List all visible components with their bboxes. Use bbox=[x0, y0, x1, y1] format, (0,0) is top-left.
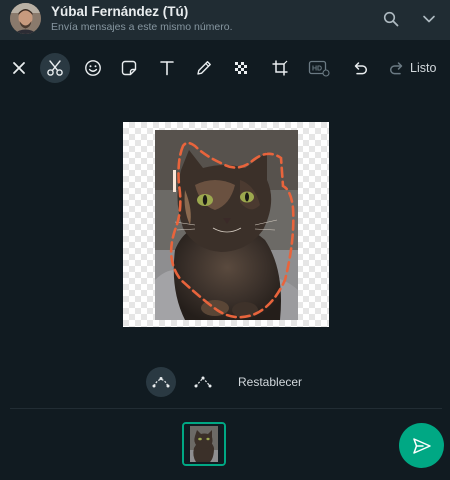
text-icon[interactable] bbox=[152, 53, 182, 83]
hd-icon[interactable]: HD bbox=[304, 53, 334, 83]
close-icon[interactable] bbox=[4, 53, 34, 83]
undo-icon[interactable] bbox=[345, 53, 375, 83]
cat-photo[interactable] bbox=[155, 130, 298, 320]
chevron-down-icon[interactable] bbox=[418, 8, 440, 30]
polygon-select-icon[interactable] bbox=[188, 367, 218, 397]
send-button[interactable] bbox=[399, 423, 444, 468]
done-button[interactable]: Listo bbox=[410, 61, 436, 75]
image-thumbnail[interactable] bbox=[182, 422, 226, 466]
curve-select-icon[interactable] bbox=[146, 367, 176, 397]
redo-icon[interactable] bbox=[382, 53, 412, 83]
svg-text:HD: HD bbox=[312, 66, 322, 73]
reset-button[interactable]: Restablecer bbox=[238, 375, 302, 389]
pencil-icon[interactable] bbox=[189, 53, 219, 83]
crop-icon[interactable] bbox=[265, 53, 295, 83]
avatar[interactable] bbox=[10, 3, 41, 34]
emoji-icon[interactable] bbox=[78, 53, 108, 83]
scissors-icon[interactable] bbox=[40, 53, 70, 83]
divider bbox=[10, 408, 442, 409]
sticker-icon[interactable] bbox=[114, 53, 144, 83]
search-icon[interactable] bbox=[380, 8, 402, 30]
contact-subtitle: Envía mensajes a este mismo número. bbox=[51, 21, 233, 33]
send-icon bbox=[412, 437, 431, 454]
blur-icon[interactable] bbox=[226, 53, 256, 83]
chat-header: Yúbal Fernández (Tú) Envía mensajes a es… bbox=[0, 0, 450, 40]
editor-toolbar: HD Listo bbox=[0, 48, 450, 88]
contact-name[interactable]: Yúbal Fernández (Tú) bbox=[51, 4, 188, 19]
